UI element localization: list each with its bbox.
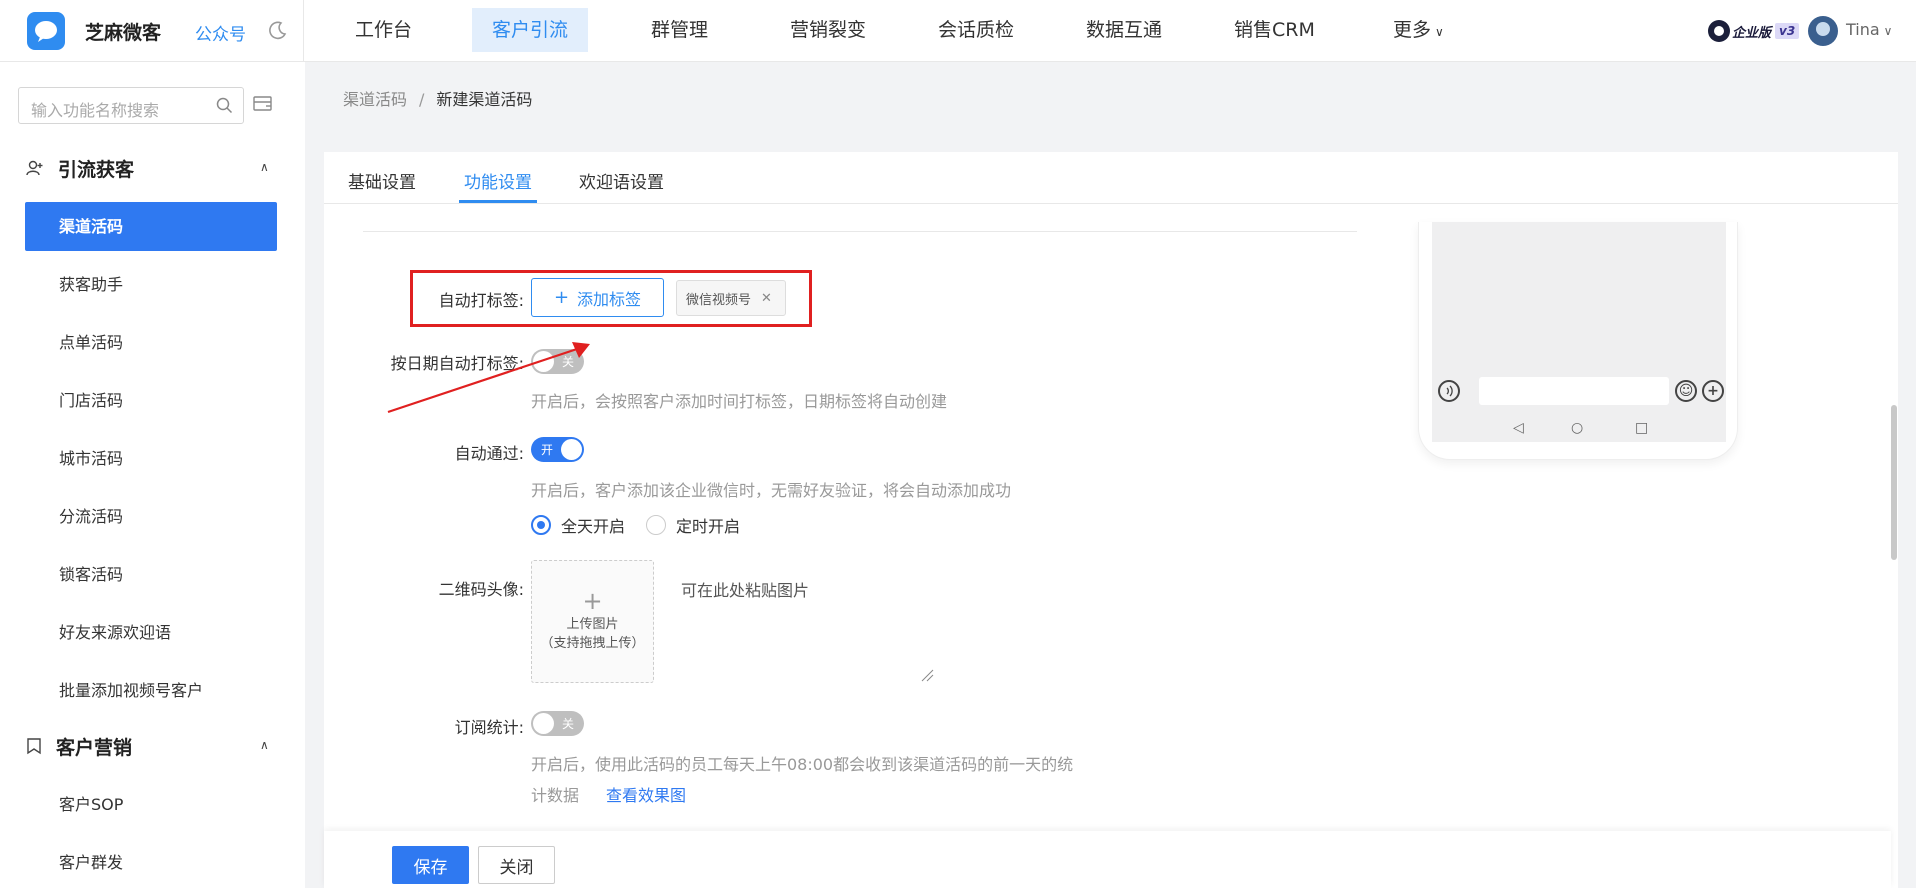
auto-pass-label: 自动通过:	[454, 444, 524, 463]
active-tab-indicator	[459, 200, 537, 203]
search-icon[interactable]	[216, 97, 233, 118]
nav-group-management[interactable]: 群管理	[631, 8, 728, 52]
subscribe-hint-cont: 计数据	[531, 786, 580, 805]
sidebar-group-acquisition[interactable]: 引流获客	[26, 153, 134, 183]
nav-customer-acquisition[interactable]: 客户引流	[472, 8, 589, 52]
chevron-up-icon[interactable]: ∧	[260, 738, 269, 752]
tab-basic-settings[interactable]: 基础设置	[348, 168, 416, 193]
top-bar: 芝麻微客 公众号 工作台 客户引流 群管理 营销裂变 会话质检 数据互通 销售C…	[0, 0, 1916, 62]
edition-label: 企业版	[1732, 25, 1772, 41]
subscribe-hint: 开启后，使用此活码的员工每天上午08:00都会收到该渠道活码的前一天的统	[531, 755, 1074, 774]
phone-preview: ☺ + ◁ ○ □	[1418, 222, 1738, 460]
bookmark-icon	[26, 737, 42, 755]
plus-circle-icon: +	[1702, 380, 1724, 402]
sidebar-group-label: 客户营销	[56, 736, 133, 759]
nav-marketing-fission[interactable]: 营销裂变	[770, 8, 886, 52]
sidebar-item-customer-sop[interactable]: 客户SOP	[25, 780, 277, 829]
collapse-sidebar-icon[interactable]	[253, 95, 273, 117]
nav-session-qc[interactable]: 会话质检	[918, 8, 1034, 52]
toggle-knob	[561, 439, 582, 460]
upload-sublabel: （支持拖拽上传）	[540, 636, 645, 651]
app-logo-icon[interactable]	[27, 12, 65, 50]
breadcrumb-separator: /	[419, 90, 425, 109]
toggle-state-label: 关	[562, 717, 575, 731]
breadcrumb-current: 新建渠道活码	[436, 90, 533, 109]
radio-label: 定时开启	[676, 517, 741, 536]
radio-label: 全天开启	[561, 517, 626, 536]
nav-more-label: 更多	[1393, 19, 1432, 41]
public-account-link[interactable]: 公众号	[195, 20, 246, 45]
edition-badge: 企业版 v3	[1708, 18, 1800, 44]
radio-timed[interactable]: 定时开启	[646, 513, 740, 537]
nav-workbench[interactable]: 工作台	[335, 8, 432, 52]
radio-dot	[531, 515, 551, 535]
user-add-icon	[26, 159, 44, 177]
nav-more[interactable]: 更多 ∨	[1373, 8, 1464, 52]
back-nav-icon: ◁	[1513, 420, 1524, 436]
toggle-state-label: 开	[541, 443, 554, 457]
paste-image-textarea[interactable]: 可在此处粘贴图片	[668, 560, 934, 682]
close-button[interactable]: 关闭	[478, 846, 555, 884]
nav-data-interop[interactable]: 数据互通	[1066, 8, 1182, 52]
tab-welcome-settings[interactable]: 欢迎语设置	[579, 168, 664, 193]
plus-icon: +	[582, 587, 603, 615]
view-effect-link[interactable]: 查看效果图	[606, 782, 686, 806]
sidebar-item-city-code[interactable]: 城市活码	[25, 434, 277, 483]
radio-all-day[interactable]: 全天开启	[531, 513, 625, 537]
edition-icon	[1708, 20, 1730, 42]
avatar[interactable]	[1808, 16, 1838, 46]
nav-sales-crm[interactable]: 销售CRM	[1214, 8, 1335, 52]
upload-label: 上传图片	[566, 617, 619, 632]
save-button[interactable]: 保存	[392, 846, 469, 884]
footer-bar	[324, 831, 1891, 888]
auto-pass-hint: 开启后，客户添加该企业微信时，无需好友验证，将会自动添加成功	[531, 481, 1012, 500]
sidebar-item-order-code[interactable]: 点单活码	[25, 318, 277, 367]
phone-screen: ☺ +	[1432, 222, 1726, 442]
annotation-arrow-icon	[387, 342, 590, 414]
sidebar-item-acquire-assistant[interactable]: 获客助手	[25, 260, 277, 309]
sidebar-item-batch-add-channels[interactable]: 批量添加视频号客户	[25, 666, 277, 715]
tab-divider	[324, 203, 1898, 204]
search-placeholder: 输入功能名称搜索	[31, 101, 160, 120]
annotation-highlight-box	[410, 270, 812, 327]
search-input[interactable]: 输入功能名称搜索	[18, 87, 244, 124]
paste-placeholder: 可在此处粘贴图片	[681, 581, 810, 600]
qr-avatar-label: 二维码头像:	[438, 580, 524, 599]
brand-name: 芝麻微客	[85, 22, 162, 44]
sidebar-item-lock-code[interactable]: 锁客活码	[25, 550, 277, 599]
resize-handle-icon[interactable]	[920, 668, 934, 682]
auto-pass-toggle[interactable]: 开	[531, 437, 584, 462]
sidebar-group-label: 引流获客	[58, 158, 135, 181]
toggle-knob	[533, 713, 554, 734]
user-name: Tina	[1846, 20, 1880, 39]
version-badge: v3	[1775, 23, 1800, 39]
radio-dot	[646, 515, 666, 535]
scrollbar[interactable]	[1891, 405, 1897, 560]
sidebar-item-store-code[interactable]: 门店活码	[25, 376, 277, 425]
image-upload-area[interactable]: + 上传图片 （支持拖拽上传）	[531, 560, 654, 683]
emoji-icon: ☺	[1675, 380, 1697, 402]
recent-nav-icon: □	[1635, 420, 1649, 436]
sidebar-group-marketing[interactable]: 客户营销	[26, 731, 132, 761]
phone-chat-input	[1479, 377, 1669, 405]
sidebar-item-channel-code[interactable]: 渠道活码	[25, 202, 277, 251]
home-nav-icon: ○	[1571, 420, 1584, 436]
chevron-up-icon[interactable]: ∧	[260, 160, 269, 174]
sidebar-item-source-welcome[interactable]: 好友来源欢迎语	[25, 608, 277, 657]
sidebar: 输入功能名称搜索 引流获客 ∧ 渠道活码 获客助手 点单活码 门店活码 城市活码…	[0, 62, 305, 888]
topbar-divider	[303, 0, 304, 62]
chevron-down-icon: ∨	[1435, 25, 1444, 39]
dark-mode-icon[interactable]	[268, 20, 288, 44]
tab-function-settings[interactable]: 功能设置	[464, 168, 532, 193]
section-divider	[363, 231, 1357, 232]
breadcrumb: 渠道活码 / 新建渠道活码	[343, 86, 532, 110]
sidebar-item-split-code[interactable]: 分流活码	[25, 492, 277, 541]
breadcrumb-parent[interactable]: 渠道活码	[343, 90, 407, 109]
user-menu[interactable]: Tina ∨	[1846, 20, 1892, 39]
subscribe-stats-label: 订阅统计:	[454, 718, 524, 737]
voice-icon	[1438, 380, 1460, 402]
subscribe-stats-toggle[interactable]: 关	[531, 711, 584, 736]
chevron-down-icon: ∨	[1883, 24, 1893, 38]
sidebar-item-customer-broadcast[interactable]: 客户群发	[25, 838, 277, 887]
